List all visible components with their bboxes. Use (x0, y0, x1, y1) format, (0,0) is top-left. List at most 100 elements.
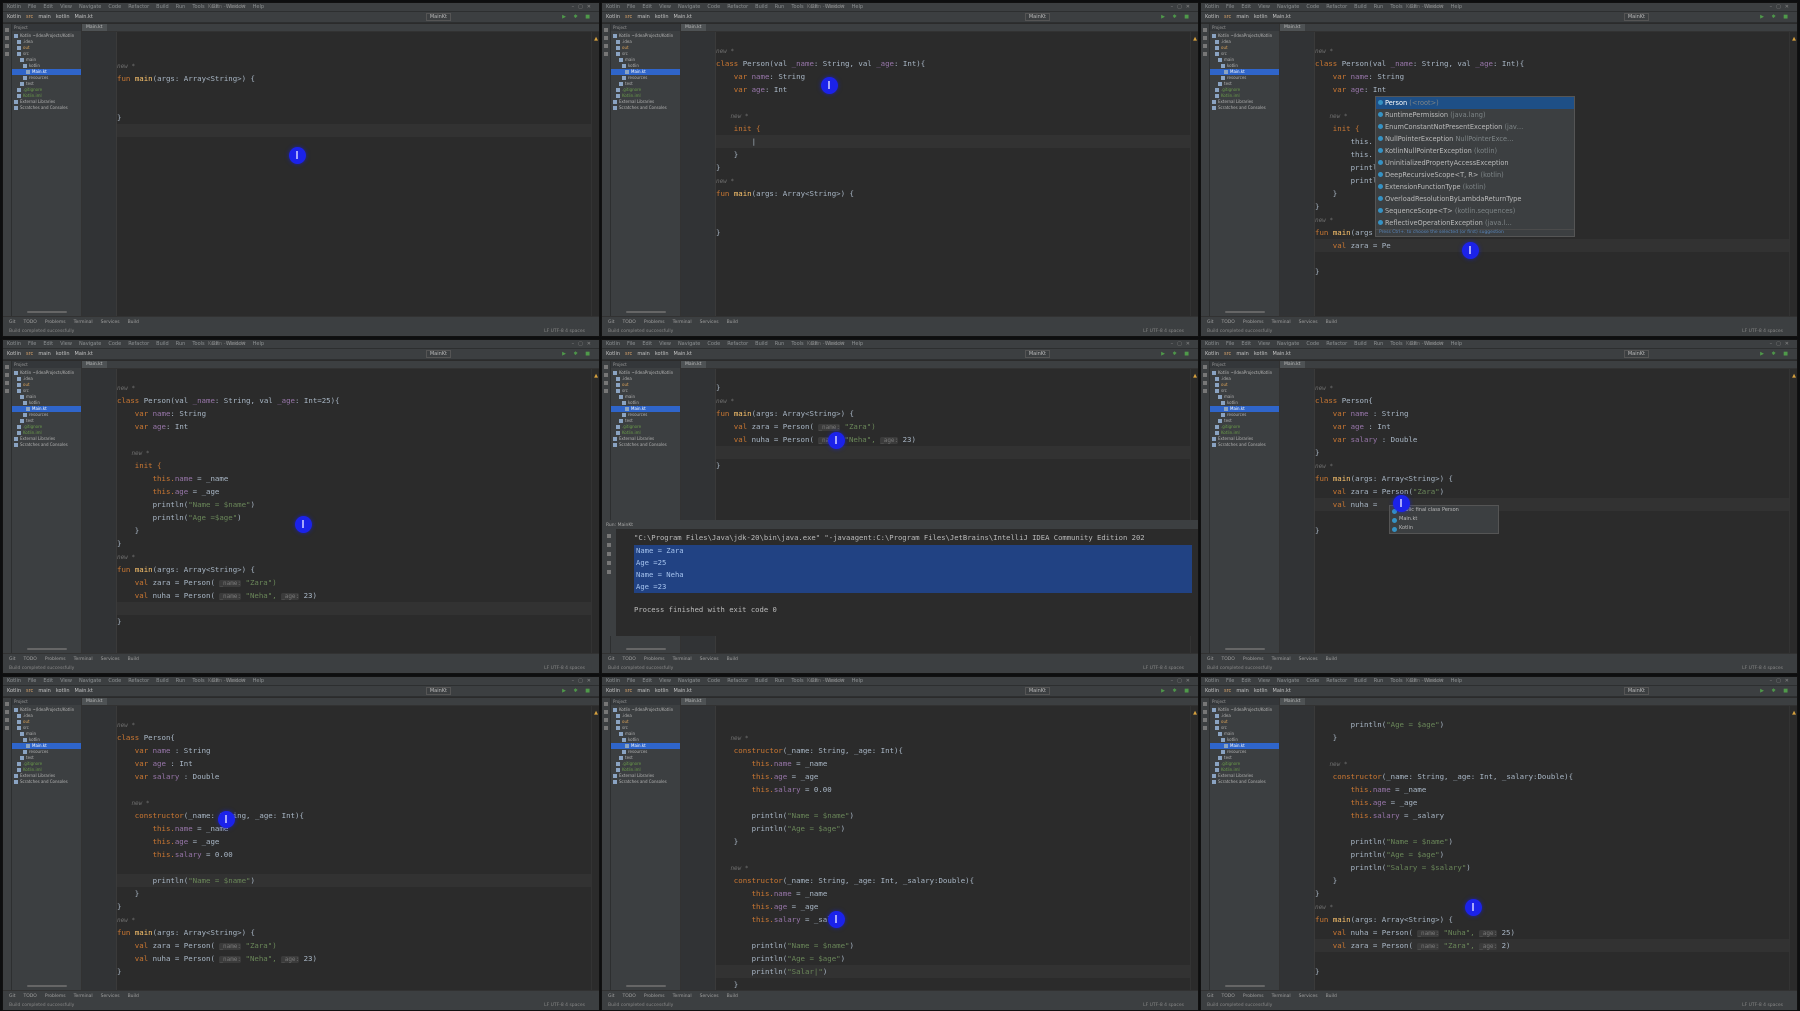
editor-scrollbar[interactable]: ▲ (1190, 706, 1198, 990)
status-encoding[interactable]: LF UTF-8 4 spaces (544, 1003, 585, 1008)
menu-item[interactable]: Edit (1241, 678, 1251, 684)
code-line[interactable]: 6 init { (117, 459, 591, 472)
console-tool-icon[interactable] (607, 543, 611, 547)
run-config-select[interactable]: MainKt (1024, 350, 1050, 358)
editor-tab[interactable]: Main.kt (1280, 24, 1305, 31)
tool-window-tab[interactable]: Terminal (673, 657, 692, 662)
code-line[interactable]: 8 this.name = _name (117, 822, 591, 835)
menu-item[interactable]: Refactor (1326, 4, 1347, 10)
menu-item[interactable]: Code (1306, 4, 1319, 10)
code-line[interactable]: 1new * (1315, 44, 1789, 57)
code-line[interactable]: 16 (117, 602, 591, 615)
tool-window-icon[interactable] (5, 726, 9, 730)
tool-window-tab[interactable]: Git (608, 994, 615, 999)
menu-item[interactable]: Tools (1390, 4, 1402, 10)
tool-window-icon[interactable] (5, 36, 9, 40)
completion-item[interactable]: NullPointerException NullPointerExce… (1376, 133, 1574, 145)
code-line[interactable]: 15 val nuha = Person( _name: "Neha", _ag… (117, 589, 591, 602)
console-output-line[interactable]: Name = Neha (634, 569, 1192, 581)
tool-window-tab[interactable]: Terminal (1272, 994, 1291, 999)
code-line[interactable]: new * (716, 731, 1190, 744)
completion-item[interactable]: SequenceScope<T> (kotlin.sequences) (1376, 205, 1574, 217)
menu-item[interactable]: Build (156, 4, 169, 10)
menu-item[interactable]: Navigate (678, 341, 700, 347)
tool-window-tab[interactable]: TODO (623, 657, 636, 662)
code-line[interactable]: 5 (117, 98, 591, 111)
breadcrumb-item[interactable]: src (26, 688, 33, 694)
tool-window-tab[interactable]: Build (128, 994, 139, 999)
editor-scrollbar[interactable]: ▲ (591, 32, 599, 316)
breadcrumb-item[interactable]: kotlin (56, 14, 70, 20)
menu-item[interactable]: File (1226, 678, 1234, 684)
code-line[interactable]: 16} (1315, 265, 1789, 278)
tool-window-tab[interactable]: Services (700, 994, 719, 999)
horizontal-scrollbar[interactable] (27, 648, 67, 650)
tool-window-icon[interactable] (1203, 365, 1207, 369)
status-encoding[interactable]: LF UTF-8 4 spaces (544, 329, 585, 334)
menu-item[interactable]: Build (156, 341, 169, 347)
console-tool-icon[interactable] (607, 570, 611, 574)
tool-window-tab[interactable]: Services (1299, 320, 1318, 325)
menu-item[interactable]: File (28, 678, 36, 684)
menu-item[interactable]: View (60, 4, 72, 10)
menu-item[interactable]: File (1226, 341, 1234, 347)
code-editor[interactable]: 1new *2class Person(val _name: String, v… (117, 369, 591, 653)
breadcrumb-item[interactable]: Main.kt (75, 14, 93, 20)
run-icon[interactable]: ▶ ✱ ■ (562, 351, 593, 357)
code-line[interactable]: 8 this.name = _name (716, 757, 1190, 770)
code-line[interactable]: 11} (1315, 524, 1789, 537)
breadcrumb-item[interactable]: kotlin (655, 14, 669, 20)
status-encoding[interactable]: LF UTF-8 4 spaces (1742, 666, 1783, 671)
menu-item[interactable]: Build (1354, 678, 1367, 684)
tool-window-icon[interactable] (604, 44, 608, 48)
code-line[interactable]: 14 val zara = Person( _name: "Zara") (716, 420, 1190, 433)
run-config-select[interactable]: MainKt (1024, 687, 1050, 695)
code-line[interactable]: 9} (716, 161, 1190, 174)
breadcrumb-item[interactable]: Kotlin (7, 351, 21, 357)
tool-window-tab[interactable]: Terminal (673, 320, 692, 325)
code-line[interactable]: 5 var salary : Double (1315, 433, 1789, 446)
code-line[interactable]: 6 init { (716, 122, 1190, 135)
run-icon[interactable]: ▶ ✱ ■ (1760, 351, 1791, 357)
menu-item[interactable]: Refactor (727, 678, 748, 684)
tool-window-tab[interactable]: Git (9, 657, 16, 662)
menu-item[interactable]: Navigate (678, 4, 700, 10)
run-config-select[interactable]: MainKt (425, 350, 451, 358)
menu-item[interactable]: View (60, 341, 72, 347)
tool-window-tab[interactable]: Terminal (74, 994, 93, 999)
code-line[interactable]: 30} (1315, 965, 1789, 978)
breadcrumb-item[interactable]: main (1236, 14, 1249, 20)
menu-item[interactable]: File (28, 4, 36, 10)
menu-item[interactable]: View (1258, 341, 1270, 347)
project-tree-item[interactable]: Scratches and Consoles (1210, 442, 1279, 448)
tool-window-icon[interactable] (1203, 52, 1207, 56)
code-line[interactable]: 7▶fun main(args: Array<String>) { (1315, 472, 1789, 485)
code-line[interactable]: 4 var age: Int (716, 83, 1190, 96)
code-line[interactable]: 5 (117, 433, 591, 446)
tool-window-tab[interactable]: TODO (24, 320, 37, 325)
tool-window-tab[interactable]: Problems (1243, 320, 1264, 325)
tool-window-tab[interactable]: Problems (45, 320, 66, 325)
run-config-select[interactable]: MainKt (1623, 13, 1649, 21)
completion-item[interactable]: ReflectiveOperationException (java.l… (1376, 217, 1574, 229)
code-line[interactable]: 1new * (117, 381, 591, 394)
code-line[interactable]: 3 var name : String (1315, 407, 1789, 420)
window-controls[interactable]: –▢✕ (1770, 341, 1793, 347)
tool-window-tab[interactable]: Git (608, 320, 615, 325)
tool-window-icon[interactable] (1203, 44, 1207, 48)
breadcrumb-item[interactable]: main (38, 351, 51, 357)
code-line[interactable]: 4 var age: Int (1315, 83, 1789, 96)
menu-item[interactable]: File (28, 341, 36, 347)
horizontal-scrollbar[interactable] (1225, 311, 1265, 313)
completion-item[interactable]: OverloadResolutionByLambdaReturnType (1376, 193, 1574, 205)
project-tree-item[interactable]: Scratches and Consoles (12, 442, 81, 448)
breadcrumb-item[interactable]: Kotlin (1205, 351, 1219, 357)
tool-window-tab[interactable]: Build (128, 320, 139, 325)
tool-window-tab[interactable]: Problems (1243, 994, 1264, 999)
tool-window-tab[interactable]: Build (727, 994, 738, 999)
menu-item[interactable]: Refactor (128, 341, 149, 347)
code-line[interactable]: 4 (117, 85, 591, 98)
code-line[interactable]: 15 val nuha = Person( _name: "Neha", _ag… (716, 433, 1190, 446)
menu-item[interactable]: Kotlin (1205, 341, 1219, 347)
menu-item[interactable]: Code (108, 4, 121, 10)
